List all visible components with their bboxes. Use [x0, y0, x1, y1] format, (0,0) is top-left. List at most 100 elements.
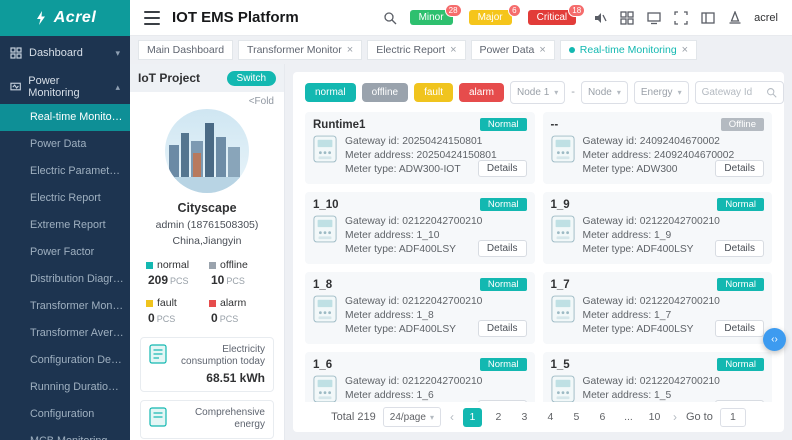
node-from-select[interactable]: Node 1▾: [510, 81, 565, 104]
meter-type-value: ADF400LSY: [399, 244, 456, 255]
main-content: normal offline fault alarm Node 1▾ - Nod…: [285, 64, 792, 440]
sidebar-item-transformer-monitor[interactable]: Transformer Monitor: [0, 293, 130, 320]
tab-real-time-monitoring[interactable]: Real-time Monitoring×: [560, 40, 697, 60]
filter-alarm-button[interactable]: alarm: [459, 83, 504, 102]
tab-main-dashboard[interactable]: Main Dashboard: [138, 40, 233, 60]
details-button[interactable]: Details: [478, 160, 527, 177]
sidebar-item-power-data[interactable]: Power Data: [0, 131, 130, 158]
pagination-bar: Total 219 24/page▾ ‹ 1 2 3 4 5 6 ... 10 …: [293, 402, 784, 432]
grid-apps-icon[interactable]: [619, 10, 634, 25]
energy-doc-icon: [149, 407, 167, 432]
comprehensive-energy-label: Comprehensive energy: [173, 407, 265, 431]
page-ellipsis[interactable]: ...: [619, 408, 638, 427]
floating-widget-button[interactable]: ‹›: [763, 328, 786, 351]
device-name: Runtime1: [313, 119, 365, 131]
critical-alarm-pill[interactable]: Critical 18: [528, 10, 577, 25]
filter-offline-button[interactable]: offline: [362, 83, 409, 102]
details-button[interactable]: Details: [478, 240, 527, 257]
sidebar-item-configuration-demo[interactable]: Configuration Demo: [0, 347, 130, 374]
search-icon[interactable]: [383, 10, 398, 25]
page-number-6[interactable]: 6: [593, 408, 612, 427]
details-button[interactable]: Details: [478, 400, 527, 402]
theme-hat-icon[interactable]: [727, 10, 742, 25]
status-badge: Normal: [717, 358, 764, 371]
sidebar-item-running-duration-report[interactable]: Running Duration Report: [0, 374, 130, 401]
gateway-search-input[interactable]: [702, 87, 762, 98]
project-panel-title: IoT Project: [138, 71, 200, 85]
app-window: Acrel IOT EMS Platform Minor 28 Major 6 …: [0, 0, 792, 440]
tab-power-data[interactable]: Power Data×: [471, 40, 555, 60]
electricity-today-card: Electricity consumption today 68.51 kWh: [140, 337, 274, 392]
sidebar-item-distribution-diagram[interactable]: Distribution Diagram: [0, 266, 130, 293]
energy-select[interactable]: Energy▾: [634, 81, 689, 104]
device-name: 1_9: [551, 199, 570, 211]
page-number-2[interactable]: 2: [489, 408, 508, 427]
project-photo: [165, 109, 249, 193]
details-button[interactable]: Details: [715, 160, 764, 177]
page-title: IOT EMS Platform: [172, 9, 299, 26]
pagination-total: Total 219: [331, 411, 376, 423]
prev-page-button[interactable]: ‹: [448, 410, 456, 424]
sidebar-item-power-monitoring[interactable]: Power Monitoring ▴: [0, 70, 130, 104]
goto-page-input[interactable]: [720, 408, 746, 427]
next-page-button[interactable]: ›: [671, 410, 679, 424]
meter-type-value: ADF400LSY: [399, 324, 456, 335]
meter-address-value: 1_9: [654, 230, 671, 241]
user-menu[interactable]: acrel: [754, 12, 778, 24]
close-icon[interactable]: ×: [682, 44, 688, 56]
sidebar-item-power-factor[interactable]: Power Factor: [0, 239, 130, 266]
details-button[interactable]: Details: [715, 320, 764, 337]
close-icon[interactable]: ×: [539, 44, 545, 56]
sidebar-item-dashboard[interactable]: Dashboard ▾: [0, 36, 130, 70]
meter-icon: [551, 295, 575, 337]
close-icon[interactable]: ×: [347, 44, 353, 56]
major-alarm-count: 6: [508, 4, 520, 17]
goto-label: Go to: [686, 411, 713, 423]
filter-fault-button[interactable]: fault: [414, 83, 453, 102]
sidebar-item-transformer-average-load[interactable]: Transformer Average Loa...: [0, 320, 130, 347]
status-badge: Normal: [717, 198, 764, 211]
alarm-count: 0: [211, 311, 218, 325]
switch-project-button[interactable]: Switch: [227, 71, 276, 86]
gateway-id-value: 02122042700210: [640, 376, 720, 387]
layout-columns-icon[interactable]: [700, 10, 715, 25]
project-name: Cityscape: [130, 201, 284, 215]
details-button[interactable]: Details: [715, 400, 764, 402]
fullscreen-icon[interactable]: [673, 10, 688, 25]
page-number-4[interactable]: 4: [541, 408, 560, 427]
tab-transformer-monitor[interactable]: Transformer Monitor×: [238, 40, 362, 60]
details-button[interactable]: Details: [478, 320, 527, 337]
sidebar-item-electric-parameter-report[interactable]: Electric Parameter Report: [0, 158, 130, 185]
page-number-1[interactable]: 1: [463, 408, 482, 427]
details-button[interactable]: Details: [715, 240, 764, 257]
top-header: IOT EMS Platform Minor 28 Major 6 Critic…: [130, 0, 792, 36]
sidebar-item-extreme-report[interactable]: Extreme Report: [0, 212, 130, 239]
collapse-menu-icon[interactable]: [144, 11, 160, 25]
gateway-id-value: 20250424150801: [402, 136, 482, 147]
node-to-select[interactable]: Node▾: [581, 81, 628, 104]
meter-type-value: ADF400LSY: [636, 324, 693, 335]
meter-icon: [313, 135, 337, 177]
close-icon[interactable]: ×: [450, 44, 456, 56]
filter-normal-button[interactable]: normal: [305, 83, 356, 102]
sidebar-item-real-time-monitoring[interactable]: Real-time Monitoring: [0, 104, 130, 131]
mute-icon[interactable]: [592, 10, 607, 25]
device-name: --: [551, 119, 559, 131]
sidebar-item-configuration[interactable]: Configuration: [0, 401, 130, 428]
power-monitoring-icon: [10, 81, 21, 93]
comprehensive-energy-card: Comprehensive energy: [140, 400, 274, 439]
sidebar-item-electric-report[interactable]: Electric Report: [0, 185, 130, 212]
project-admin: admin (18761508305): [130, 219, 284, 231]
chevron-down-icon: ▾: [430, 413, 434, 422]
meter-icon: [551, 135, 575, 177]
major-alarm-pill[interactable]: Major 6: [469, 10, 512, 25]
page-number-3[interactable]: 3: [515, 408, 534, 427]
minor-alarm-pill[interactable]: Minor 28: [410, 10, 453, 25]
page-size-select[interactable]: 24/page▾: [383, 407, 441, 427]
sidebar-item-mcb-monitoring[interactable]: MCB Monitoring: [0, 428, 130, 440]
screenshot-icon[interactable]: [646, 10, 661, 25]
page-number-5[interactable]: 5: [567, 408, 586, 427]
tab-electric-report[interactable]: Electric Report×: [367, 40, 465, 60]
fold-panel-link[interactable]: <Fold: [130, 92, 284, 107]
page-number-10[interactable]: 10: [645, 408, 664, 427]
